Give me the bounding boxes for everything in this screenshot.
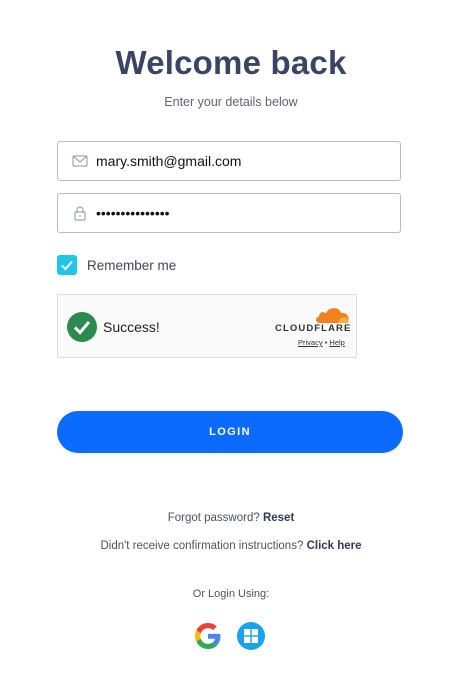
cloudflare-logo-icon bbox=[316, 308, 349, 323]
captcha-links: Privacy • Help bbox=[298, 338, 345, 347]
forgot-password-row: Forgot password? Reset bbox=[0, 512, 462, 524]
windows-login-button[interactable] bbox=[237, 622, 265, 650]
login-button[interactable]: LOGIN bbox=[57, 411, 403, 453]
cloudflare-wordmark: CLOUDFLARE bbox=[275, 323, 352, 334]
captcha-status: Success! bbox=[103, 319, 160, 335]
email-field[interactable] bbox=[57, 141, 401, 181]
forgot-password-text: Forgot password? bbox=[167, 512, 260, 524]
page-subtitle: Enter your details below bbox=[164, 95, 298, 109]
click-here-link[interactable]: Click here bbox=[307, 540, 362, 552]
privacy-link[interactable]: Privacy bbox=[298, 338, 323, 347]
lock-icon bbox=[74, 206, 86, 221]
password-input[interactable] bbox=[96, 205, 386, 221]
remember-me-label: Remember me bbox=[87, 257, 177, 273]
remember-me[interactable]: Remember me bbox=[57, 255, 176, 275]
login-page: Welcome back Enter your details below Re… bbox=[0, 0, 462, 699]
confirmation-row: Didn't receive confirmation instructions… bbox=[0, 540, 462, 552]
success-check-icon bbox=[67, 312, 97, 342]
page-title: Welcome back bbox=[115, 44, 347, 81]
password-field[interactable] bbox=[57, 193, 401, 233]
reset-link[interactable]: Reset bbox=[263, 512, 294, 524]
help-link[interactable]: Help bbox=[329, 338, 344, 347]
link-separator: • bbox=[324, 338, 328, 347]
google-icon bbox=[195, 623, 221, 649]
social-login-buttons bbox=[194, 622, 265, 650]
windows-icon bbox=[237, 622, 265, 650]
remember-me-checkbox[interactable] bbox=[57, 255, 77, 275]
checkmark-icon bbox=[61, 260, 73, 271]
google-login-button[interactable] bbox=[194, 622, 222, 650]
envelope-icon bbox=[72, 155, 88, 167]
or-login-label: Or Login Using: bbox=[192, 588, 270, 600]
cloudflare-captcha[interactable]: Success! CLOUDFLARE Privacy • Help bbox=[57, 294, 357, 358]
confirmation-text: Didn't receive confirmation instructions… bbox=[100, 540, 304, 552]
email-input[interactable] bbox=[96, 153, 386, 169]
